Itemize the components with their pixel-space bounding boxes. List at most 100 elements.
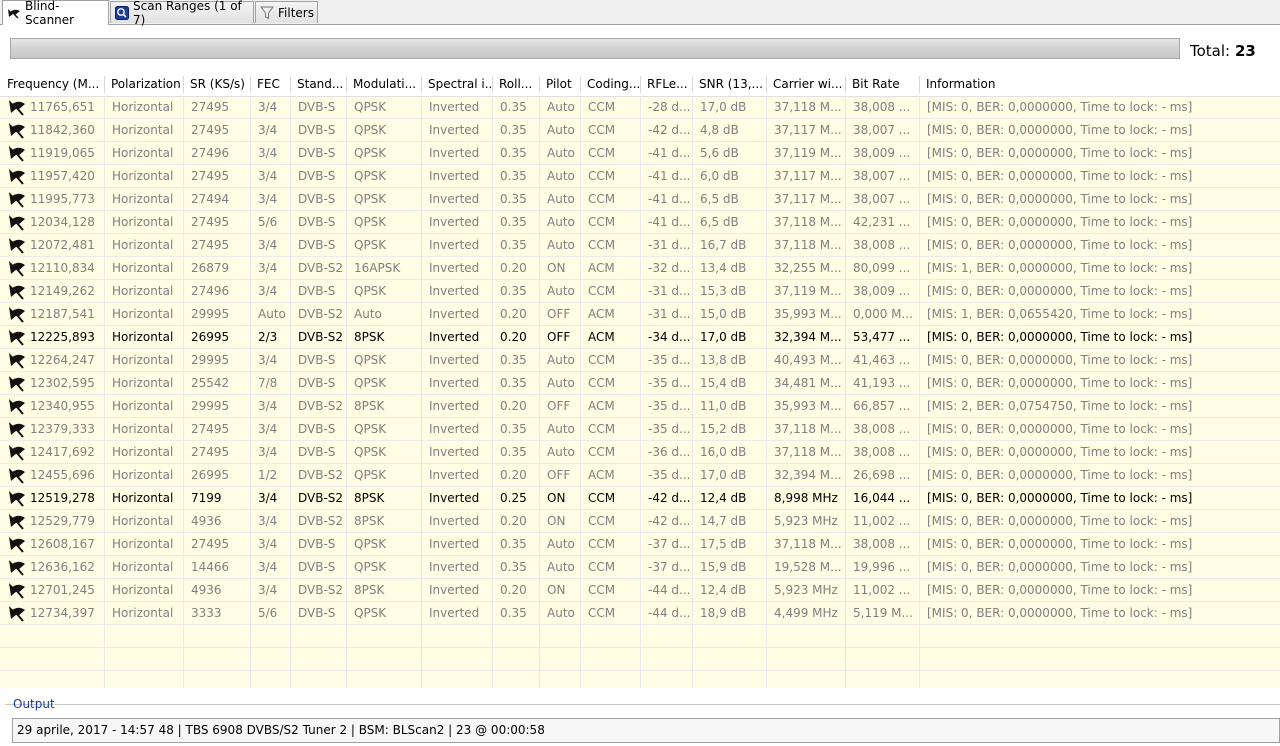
cell-modulation: 8PSK bbox=[354, 514, 385, 528]
cell-pilot: OFF bbox=[547, 399, 571, 413]
cell-standard: DVB-S bbox=[298, 192, 336, 206]
grid-column-line bbox=[183, 96, 184, 688]
cell-fec: 7/8 bbox=[258, 376, 278, 390]
cell-frequency: 12701,245 bbox=[30, 583, 95, 597]
cell-information: [MIS: 0, BER: 0,0000000, Time to lock: -… bbox=[927, 491, 1193, 505]
tab-bar: Blind-Scanner Scan Ranges (1 of 7) Filte… bbox=[0, 0, 1280, 27]
cell-sr: 14466 bbox=[191, 560, 230, 574]
header-col-information[interactable]: Information bbox=[919, 73, 1280, 96]
cell-rolloff: 0.20 bbox=[500, 307, 527, 321]
cell-modulation: QPSK bbox=[354, 284, 387, 298]
cell-coding: CCM bbox=[588, 215, 616, 229]
cell-frequency: 12302,595 bbox=[30, 376, 95, 390]
column-separator[interactable] bbox=[539, 76, 540, 93]
cell-snr: 16,7 dB bbox=[700, 238, 747, 252]
cell-frequency: 12110,834 bbox=[30, 261, 95, 275]
cell-pilot: Auto bbox=[547, 353, 575, 367]
cell-spectral-inversion: Inverted bbox=[429, 146, 480, 160]
header-col-modulation[interactable]: Modulati... bbox=[346, 73, 421, 96]
column-separator[interactable] bbox=[845, 76, 846, 93]
cell-rf-level: -42 d... bbox=[648, 123, 691, 137]
header-col-frequency[interactable]: Frequency (M... bbox=[0, 73, 104, 96]
cell-polarization: Horizontal bbox=[112, 376, 174, 390]
cell-spectral-inversion: Inverted bbox=[429, 284, 480, 298]
column-separator[interactable] bbox=[766, 76, 767, 93]
header-col-bit-rate[interactable]: Bit Rate bbox=[845, 73, 919, 96]
cell-rolloff: 0.20 bbox=[500, 330, 527, 344]
results-table[interactable]: Frequency (M... Polarization SR (KS/s) FEC S… bbox=[0, 73, 1280, 688]
header-col-fec[interactable]: FEC bbox=[250, 73, 290, 96]
cell-frequency: 12187,541 bbox=[30, 307, 95, 321]
cell-standard: DVB-S2 bbox=[298, 307, 344, 321]
header-col-pilot[interactable]: Pilot bbox=[539, 73, 580, 96]
header-col-spectral-inversion[interactable]: Spectral i... bbox=[421, 73, 492, 96]
cell-sr: 27495 bbox=[191, 215, 230, 229]
header-col-standard[interactable]: Stand... bbox=[290, 73, 346, 96]
column-separator[interactable] bbox=[290, 76, 291, 93]
tab-scan-ranges[interactable]: Scan Ranges (1 of 7) bbox=[110, 0, 254, 27]
cell-rolloff: 0.35 bbox=[500, 238, 527, 252]
cell-modulation: QPSK bbox=[354, 537, 387, 551]
cell-pilot: OFF bbox=[547, 330, 571, 344]
column-separator[interactable] bbox=[183, 76, 184, 93]
cell-modulation: QPSK bbox=[354, 238, 387, 252]
cell-snr: 6,5 dB bbox=[700, 192, 739, 206]
column-separator[interactable] bbox=[346, 76, 347, 93]
cell-bit-rate: 38,007 ... bbox=[853, 169, 911, 183]
cell-sr: 27495 bbox=[191, 169, 230, 183]
cell-modulation: QPSK bbox=[354, 215, 387, 229]
cell-standard: DVB-S bbox=[298, 445, 336, 459]
scan-ranges-icon bbox=[115, 5, 129, 20]
grid-column-line bbox=[492, 96, 493, 688]
header-col-sr[interactable]: SR (KS/s) bbox=[183, 73, 250, 96]
grid-column-line bbox=[539, 96, 540, 688]
cell-bit-rate: 80,099 ... bbox=[853, 261, 911, 275]
cell-carrier-width: 32,394 M... bbox=[774, 330, 842, 344]
cell-rf-level: -44 d... bbox=[648, 583, 691, 597]
cell-polarization: Horizontal bbox=[112, 192, 174, 206]
cell-fec: 3/4 bbox=[258, 284, 278, 298]
cell-carrier-width: 37,118 M... bbox=[774, 100, 842, 114]
column-separator[interactable] bbox=[421, 76, 422, 93]
header-col-carrier-width[interactable]: Carrier wi... bbox=[766, 73, 845, 96]
cell-fec: 3/4 bbox=[258, 537, 278, 551]
header-col-rf-level[interactable]: RFLe... bbox=[640, 73, 692, 96]
column-separator[interactable] bbox=[250, 76, 251, 93]
column-separator[interactable] bbox=[492, 76, 493, 93]
cell-snr: 5,6 dB bbox=[700, 146, 739, 160]
cell-standard: DVB-S2 bbox=[298, 491, 344, 505]
cell-rf-level: -34 d... bbox=[648, 330, 691, 344]
cell-polarization: Horizontal bbox=[112, 100, 174, 114]
header-col-snr[interactable]: SNR (13,... bbox=[692, 73, 766, 96]
header-col-coding[interactable]: Coding... bbox=[580, 73, 640, 96]
cell-snr: 18,9 dB bbox=[700, 606, 747, 620]
cell-polarization: Horizontal bbox=[112, 169, 174, 183]
cell-frequency: 12149,262 bbox=[30, 284, 95, 298]
cell-coding: CCM bbox=[588, 353, 616, 367]
tab-blind-scanner[interactable]: Blind-Scanner bbox=[2, 0, 109, 27]
cell-carrier-width: 35,993 M... bbox=[774, 307, 842, 321]
cell-modulation: 8PSK bbox=[354, 330, 385, 344]
column-separator[interactable] bbox=[580, 76, 581, 93]
column-separator[interactable] bbox=[919, 76, 920, 93]
cell-rf-level: -35 d... bbox=[648, 422, 691, 436]
column-separator[interactable] bbox=[640, 76, 641, 93]
cell-bit-rate: 41,463 ... bbox=[853, 353, 911, 367]
cell-standard: DVB-S2 bbox=[298, 261, 344, 275]
header-col-rolloff[interactable]: Roll... bbox=[492, 73, 539, 96]
cell-rf-level: -35 d... bbox=[648, 353, 691, 367]
cell-pilot: Auto bbox=[547, 445, 575, 459]
cell-spectral-inversion: Inverted bbox=[429, 100, 480, 114]
cell-snr: 17,0 dB bbox=[700, 100, 747, 114]
cell-polarization: Horizontal bbox=[112, 146, 174, 160]
column-separator[interactable] bbox=[692, 76, 693, 93]
cell-modulation: QPSK bbox=[354, 353, 387, 367]
header-col-polarization[interactable]: Polarization bbox=[104, 73, 183, 96]
tab-label: Scan Ranges (1 of 7) bbox=[133, 0, 242, 27]
cell-fec: 2/3 bbox=[258, 330, 278, 344]
output-status-field[interactable]: 29 aprile, 2017 - 14:57 48 | TBS 6908 DV… bbox=[12, 718, 1280, 743]
cell-spectral-inversion: Inverted bbox=[429, 192, 480, 206]
cell-spectral-inversion: Inverted bbox=[429, 583, 480, 597]
tab-filters[interactable]: Filters bbox=[255, 1, 318, 23]
column-separator[interactable] bbox=[104, 76, 105, 93]
